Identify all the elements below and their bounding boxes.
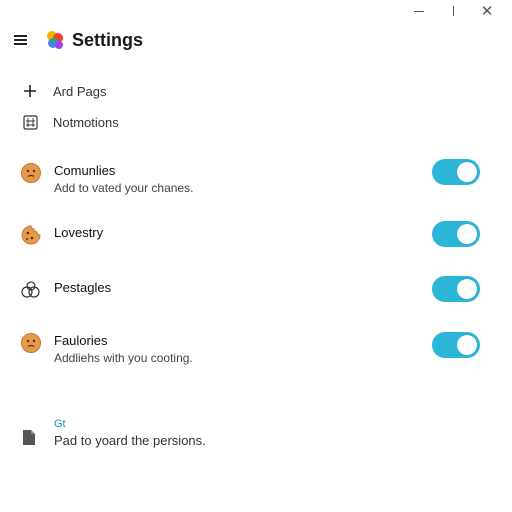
setting-row-comunlies: Comunlies Add to vated your chanes. xyxy=(20,159,480,202)
document-icon xyxy=(23,430,35,445)
setting-description: Addliehs with you cooting. xyxy=(54,351,193,365)
setting-row-pestagles: Pestagles xyxy=(20,276,480,305)
maximize-button[interactable] xyxy=(436,2,470,20)
footer-text: Pad to yoard the persions. xyxy=(54,433,206,448)
cookie-face-icon xyxy=(21,163,41,183)
setting-title: Faulories xyxy=(54,333,108,348)
toggle-switch[interactable] xyxy=(432,221,480,247)
setting-title: Lovestry xyxy=(54,225,104,240)
minimize-button[interactable] xyxy=(402,2,436,20)
cookie-face-icon xyxy=(21,333,41,353)
window-controls: ✕ xyxy=(402,2,504,20)
plus-icon xyxy=(22,83,38,99)
setting-title: Comunlies xyxy=(54,163,116,178)
toggle-knob xyxy=(457,279,477,299)
circles-icon xyxy=(21,281,40,298)
toggle-switch[interactable] xyxy=(432,276,480,302)
header: Settings xyxy=(14,26,143,54)
setting-row-lovestry: Lovestry xyxy=(20,221,480,250)
toggle-knob xyxy=(457,224,477,244)
setting-row-faulories: Faulories Addliehs with you cooting. xyxy=(20,332,480,372)
toggle-knob xyxy=(457,335,477,355)
menu-item-label: Notmotions xyxy=(53,114,119,130)
menu-item-add-pages[interactable]: Ard Pags xyxy=(22,83,106,99)
menu-item-notifications[interactable]: Notmotions xyxy=(22,114,119,130)
hamburger-icon[interactable] xyxy=(14,35,28,45)
cookie-icon xyxy=(21,225,41,245)
close-button[interactable]: ✕ xyxy=(470,2,504,20)
footer-link[interactable]: Gt xyxy=(54,418,66,430)
grid-icon xyxy=(22,114,38,130)
menu-item-label: Ard Pags xyxy=(53,83,107,99)
page-title: Settings xyxy=(72,29,144,50)
toggle-switch[interactable] xyxy=(432,332,480,358)
setting-title: Pestagles xyxy=(54,280,112,295)
toggle-knob xyxy=(457,162,477,182)
setting-description: Add to vated your chanes. xyxy=(54,181,194,195)
toggle-switch[interactable] xyxy=(432,159,480,185)
app-logo-icon xyxy=(47,31,63,49)
